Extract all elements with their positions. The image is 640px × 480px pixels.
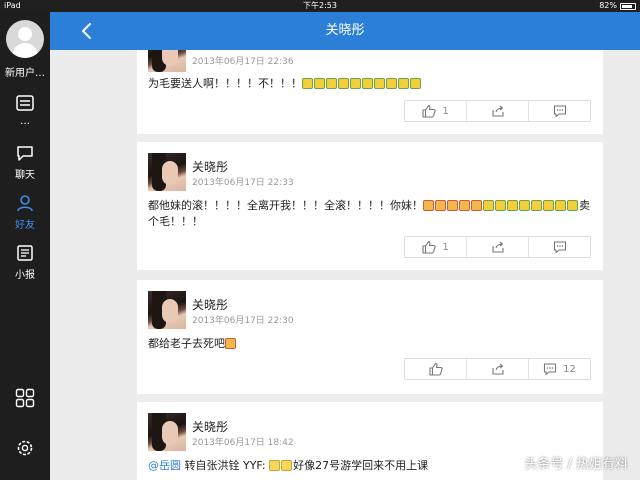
post-actions: 1 xyxy=(404,100,591,122)
post-card: 2013年06月17日 22:36 为毛要送人啊！！！！不！！！ 1 xyxy=(137,50,603,134)
crying-emoji-icon xyxy=(302,78,313,89)
angry-emoji-icon xyxy=(447,200,458,211)
clock: 下午2:53 xyxy=(303,1,337,10)
like-button[interactable]: 1 xyxy=(405,101,467,121)
comment-count: 12 xyxy=(563,363,576,375)
crying-emoji-icon xyxy=(398,78,409,89)
poster-name[interactable]: 关晓彤 xyxy=(192,296,228,313)
sidebar-item-label: 聊天 xyxy=(15,170,35,181)
share-button[interactable] xyxy=(467,101,529,121)
news-icon xyxy=(17,245,33,261)
comment-button[interactable] xyxy=(529,237,590,257)
poster-avatar[interactable] xyxy=(148,50,186,72)
mention-link[interactable]: @岳圆 xyxy=(148,459,181,472)
battery-indicator: 82% xyxy=(599,0,636,12)
crying-emoji-icon xyxy=(495,200,506,211)
comment-icon xyxy=(544,363,557,376)
crying-emoji-icon xyxy=(543,200,554,211)
like-count: 1 xyxy=(442,105,449,117)
share-icon xyxy=(491,105,504,117)
post-feed[interactable]: 2013年06月17日 22:36 为毛要送人啊！！！！不！！！ 1 关晓彤 2… xyxy=(50,50,640,480)
poster-avatar[interactable] xyxy=(148,153,186,191)
crying-emoji-icon xyxy=(567,200,578,211)
friends-icon xyxy=(17,195,33,212)
comment-button[interactable] xyxy=(529,101,590,121)
post-actions: 1 xyxy=(404,236,591,258)
share-icon xyxy=(491,241,504,253)
watermark: 头条号 / 热姐有料 xyxy=(524,457,628,472)
poster-avatar[interactable] xyxy=(148,413,186,451)
chat-icon xyxy=(17,146,33,161)
comment-icon xyxy=(553,105,566,118)
poster-name[interactable]: 关晓彤 xyxy=(192,158,228,175)
sidebar-item-news[interactable]: 小报 xyxy=(0,244,50,281)
crying-emoji-icon xyxy=(386,78,397,89)
page-title: 关晓彤 xyxy=(325,23,365,38)
battery-icon xyxy=(620,2,636,10)
thumbs-up-icon xyxy=(428,362,443,376)
comment-icon xyxy=(553,241,566,254)
settings-gear-icon[interactable] xyxy=(15,438,35,458)
angry-emoji-icon xyxy=(459,200,470,211)
crying-emoji-icon xyxy=(483,200,494,211)
crying-emoji-icon xyxy=(531,200,542,211)
post-time: 2013年06月17日 22:36 xyxy=(192,57,294,67)
share-button[interactable] xyxy=(467,359,529,379)
crying-emoji-icon xyxy=(519,200,530,211)
angry-emoji-icon xyxy=(435,200,446,211)
poster-name[interactable]: 关晓彤 xyxy=(192,418,228,435)
post-card: 关晓彤 2013年06月17日 22:30 都给老子去死吧 12 xyxy=(137,280,603,394)
user-avatar[interactable] xyxy=(6,20,44,58)
post-content: 都他妹的滚！！！！全离开我！！！全滚！！！！你妹！ 卖个毛！！！ xyxy=(148,199,590,228)
share-icon xyxy=(491,363,504,375)
list-icon xyxy=(16,95,34,111)
crying-emoji-icon xyxy=(507,200,518,211)
crying-emoji-icon xyxy=(326,78,337,89)
sidebar-item-label: 好友 xyxy=(15,220,35,231)
crying-emoji-icon xyxy=(555,200,566,211)
post-content: 为毛要送人啊！！！！不！！！ xyxy=(148,76,591,92)
sidebar-item-friends[interactable]: 好友 xyxy=(0,194,50,231)
post-content: 都给老子去死吧 xyxy=(148,336,591,352)
crying-emoji-icon xyxy=(350,78,361,89)
comment-button[interactable]: 12 xyxy=(529,359,590,379)
user-name[interactable]: 新用户… xyxy=(0,64,50,79)
apps-grid-icon[interactable] xyxy=(15,388,35,408)
crying-emoji-icon xyxy=(338,78,349,89)
angry-emoji-icon xyxy=(423,200,434,211)
post-time: 2013年06月17日 22:33 xyxy=(192,178,294,188)
post-time: 2013年06月17日 18:42 xyxy=(192,438,294,448)
post-actions: 12 xyxy=(404,358,591,380)
sidebar-item-chat[interactable]: 聊天 xyxy=(0,144,50,181)
battery-percent: 82% xyxy=(599,1,617,10)
sidebar-item-list[interactable]: … xyxy=(0,94,50,127)
emoji-icon xyxy=(281,460,293,471)
top-nav-bar: 关晓彤 xyxy=(50,12,640,50)
crying-emoji-icon xyxy=(314,78,325,89)
sidebar-item-label: 小报 xyxy=(15,270,35,281)
post-card: 关晓彤 2013年06月17日 22:33 都他妹的滚！！！！全离开我！！！全滚… xyxy=(137,142,603,270)
status-bar: iPad 下午2:53 82% xyxy=(0,0,640,12)
sidebar-item-label: … xyxy=(20,116,30,127)
crying-emoji-icon xyxy=(410,78,421,89)
like-count: 1 xyxy=(442,241,449,253)
crying-emoji-icon xyxy=(362,78,373,89)
share-button[interactable] xyxy=(467,237,529,257)
sidebar: 新用户… … 聊天 好友 小报 xyxy=(0,12,50,480)
crying-emoji-icon xyxy=(374,78,385,89)
angry-emoji-icon xyxy=(471,200,482,211)
thumbs-up-icon xyxy=(422,240,436,254)
angry-emoji-icon xyxy=(225,338,236,349)
like-button[interactable] xyxy=(405,359,467,379)
emoji-icon xyxy=(269,460,281,471)
like-button[interactable]: 1 xyxy=(405,237,467,257)
post-time: 2013年06月17日 22:30 xyxy=(192,316,294,326)
thumbs-up-icon xyxy=(422,104,436,118)
poster-avatar[interactable] xyxy=(148,291,186,329)
